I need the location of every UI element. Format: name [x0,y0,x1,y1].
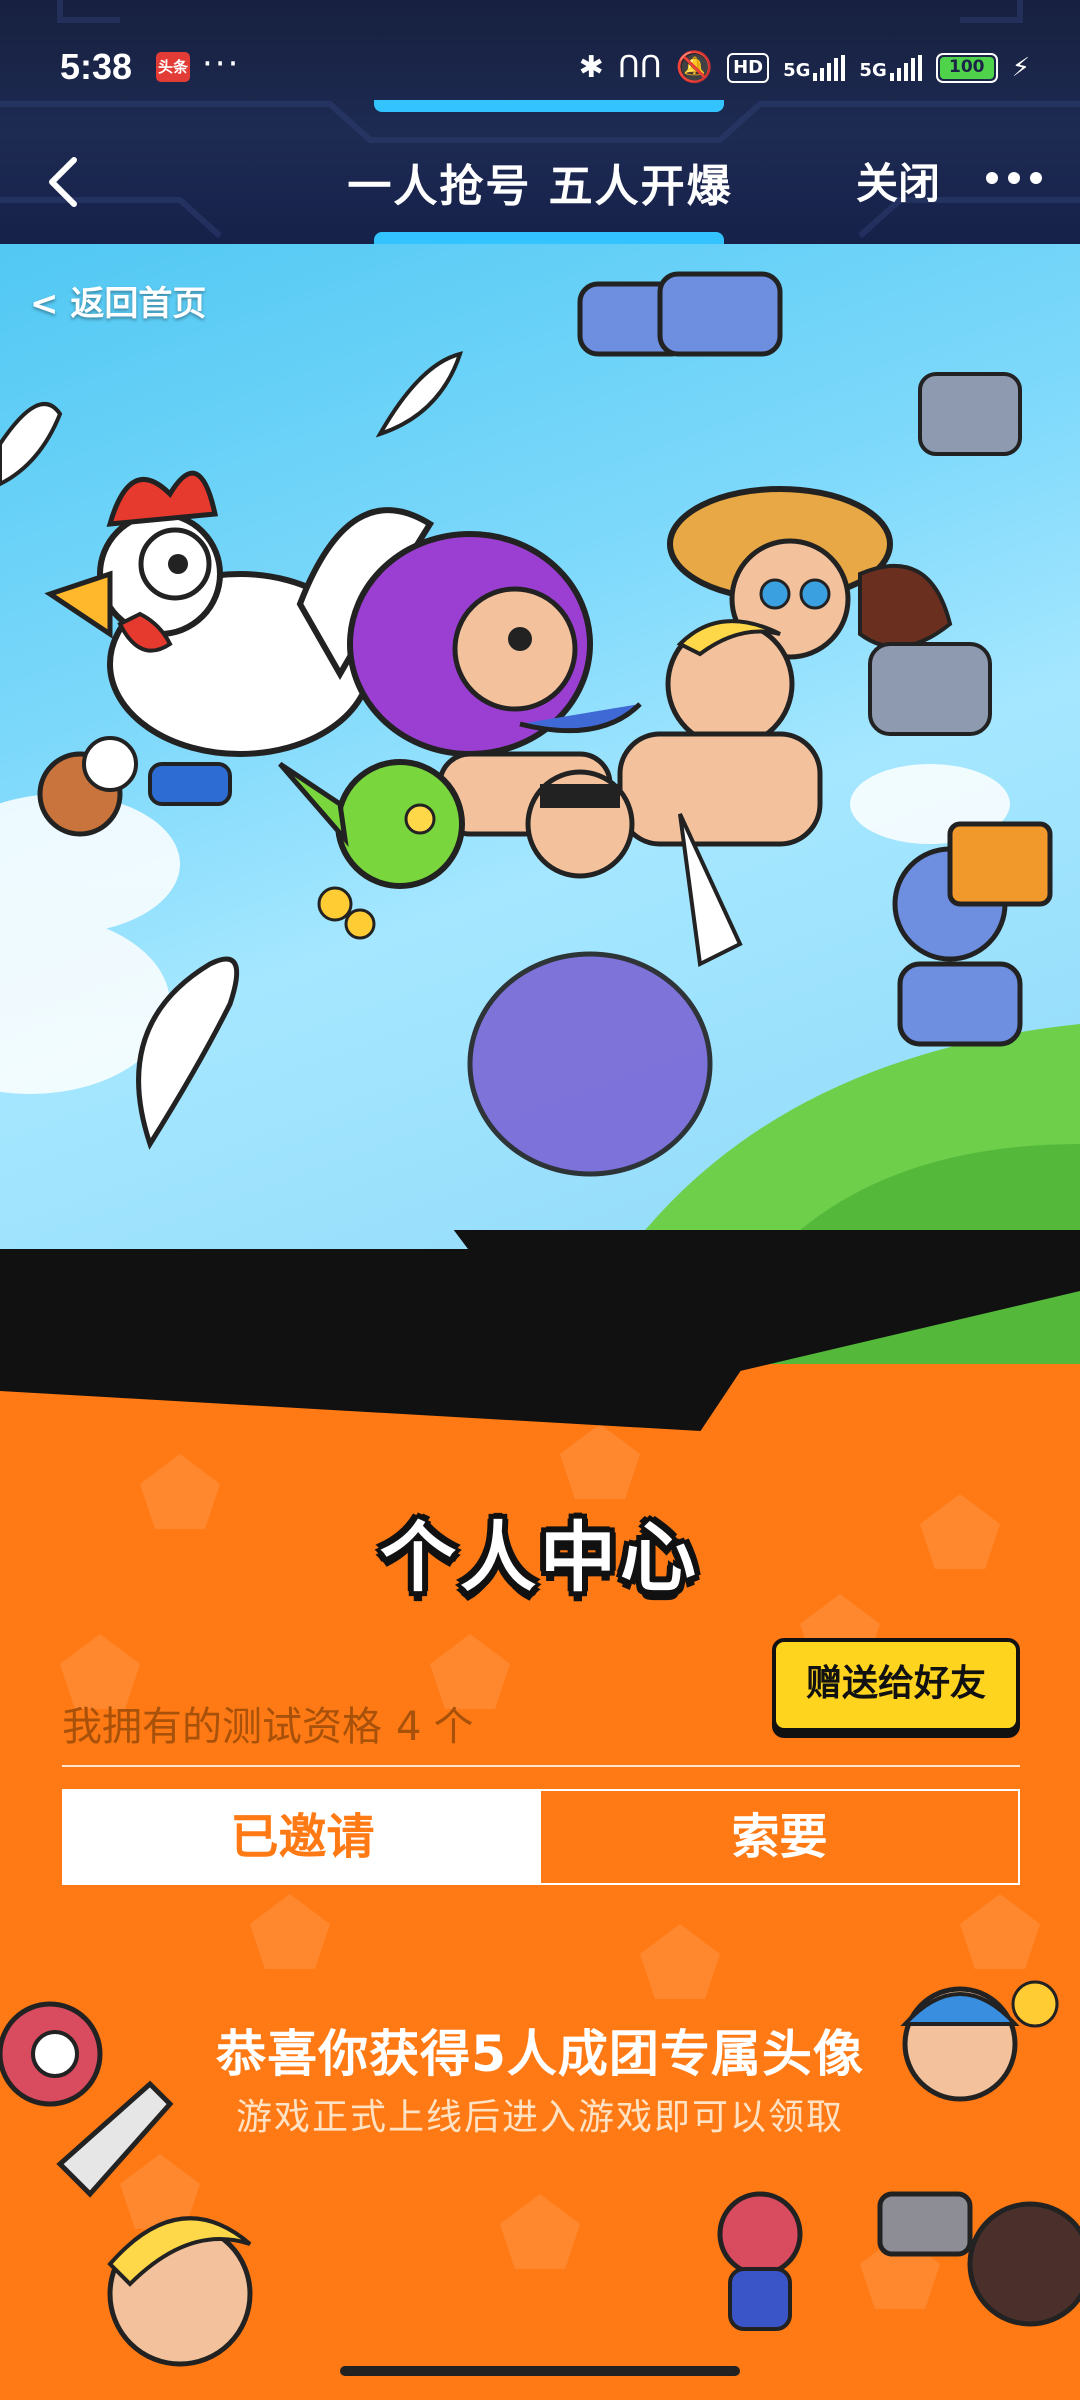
gift-to-friend-button[interactable]: 赠送给好友 [772,1638,1020,1732]
bluetooth-icon: ✱ [578,50,604,85]
invite-tabs: 已邀请 索要 [62,1789,1020,1885]
earbuds-icon: ᑎᑎ [617,50,662,85]
tab-invited[interactable]: 已邀请 [64,1791,541,1883]
personal-center-section: 个人中心 赠送给好友 我拥有的测试资格 4 个 已邀请 索要 恭喜你获得5人成团专属… [0,1364,1080,2400]
hero-banner: < 返回首页 [0,244,1080,1364]
signal-icon-1: 5G [783,55,846,81]
divider [62,1765,1020,1767]
status-bar: 5:38 头条 ··· ✱ ᑎᑎ 🔕 HD 5G 5G 100 ⚡ [0,0,1080,110]
quota-unit: 个 [433,1704,474,1750]
quota-count: 4 [396,1704,422,1750]
toutiao-app-icon: 头条 [156,52,190,82]
hero-illustration [0,271,1080,1364]
charging-icon: ⚡ [1011,53,1030,83]
congrats-subtitle: 游戏正式上线后进入游戏即可以领取 [235,2097,844,2138]
quota-text: 我拥有的测试资格 4 个 [62,1694,473,1752]
tab-request[interactable]: 索要 [541,1791,1018,1883]
congrats-title: 恭喜你获得5人成团专属头像 [216,2025,864,2083]
section-title: 个人中心 [380,1513,700,1602]
status-time: 5:38 [60,46,133,87]
top-bar: 5:38 头条 ··· ✱ ᑎᑎ 🔕 HD 5G 5G 100 ⚡ 一人抢号 五… [0,0,1080,244]
close-button[interactable]: 关闭 [856,150,940,211]
status-icons: ✱ ᑎᑎ 🔕 HD 5G 5G 100 ⚡ [579,50,1030,86]
mute-bell-icon: 🔕 [675,50,714,85]
back-home-link[interactable]: < 返回首页 [30,276,206,325]
quota-label: 我拥有的测试资格 [62,1704,382,1750]
nav-bar: 一人抢号 五人开爆 关闭 [0,124,1080,234]
more-notifications-icon: ··· [202,44,241,84]
slash-divider [0,1230,1080,1432]
header-glow-top [374,100,724,112]
hd-voice-icon: HD [727,53,770,83]
home-indicator[interactable] [340,2366,740,2376]
more-menu-icon[interactable] [986,172,1042,184]
battery-icon: 100 [935,53,998,83]
signal-icon-2: 5G [859,55,922,81]
